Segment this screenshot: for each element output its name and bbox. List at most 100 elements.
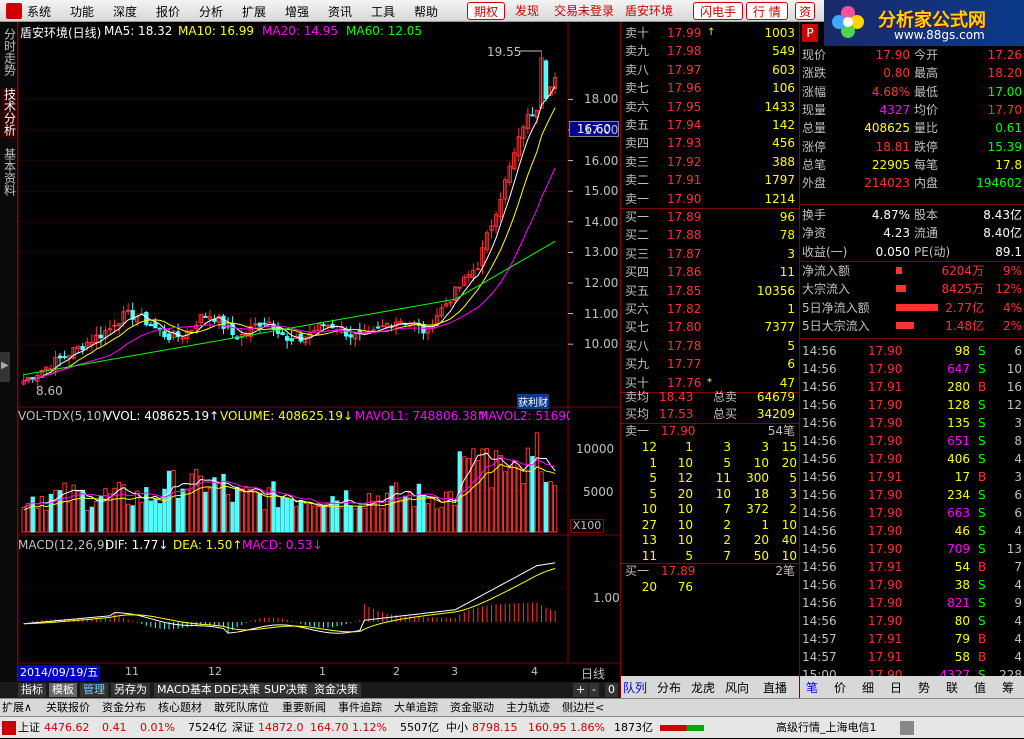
bid-row[interactable]: 买七 17.80 7377 [621, 318, 799, 336]
tick-count: 10 [1006, 362, 1022, 376]
tab-daily[interactable]: 日 [890, 679, 902, 696]
tab-sup[interactable]: SUP决策 [261, 683, 311, 697]
menu-tools[interactable]: 工具 [371, 3, 395, 20]
tab-trend[interactable]: 势 [918, 679, 930, 696]
tab-minute-chart[interactable]: 分时走势 [1, 28, 17, 79]
tab-distribution[interactable]: 分布 [657, 679, 681, 696]
tab-queue[interactable]: 队列 [623, 679, 647, 696]
profit-badge[interactable]: 获利财 [517, 394, 549, 409]
ask-volume: 1003 [764, 26, 795, 40]
collapse-handle[interactable]: ▶ [0, 352, 10, 382]
func-button-3[interactable]: 核心题材 [158, 700, 202, 716]
flash-button[interactable]: 闪电手 [693, 2, 744, 20]
bid-volume: 6 [787, 357, 795, 372]
func-button-8[interactable]: 资金驱动 [450, 700, 494, 716]
bid-row[interactable]: 买八 17.78 5 [621, 337, 799, 355]
tab-value[interactable]: 值 [974, 679, 986, 696]
tab-save-as[interactable]: 另存为 [111, 683, 150, 697]
volume-bar [480, 448, 485, 533]
tab-dde[interactable]: DDE决策 [211, 683, 263, 697]
menu-extend[interactable]: 扩展 [242, 3, 266, 20]
ask-row[interactable]: 卖六 17.95 1433 [621, 98, 799, 116]
bid-row[interactable]: 买一 17.89 96 [621, 208, 799, 226]
quote-button[interactable]: 行 情 [746, 2, 788, 20]
ask-row[interactable]: 卖三 17.92 388 [621, 153, 799, 171]
func-button-2[interactable]: 资金分布 [102, 700, 146, 716]
sh-index-value[interactable]: 4476.62 [44, 717, 90, 739]
ask-row[interactable]: 卖九 17.98 549 [621, 42, 799, 60]
func-button-4[interactable]: 敢死队席位 [214, 700, 269, 716]
mavol1-label: MAVOL1: 748806.38↑ [355, 409, 488, 423]
ask-row[interactable]: 卖八 17.97 603 [621, 61, 799, 79]
kline-chart-area[interactable]: 盾安环境(日线) MA5: 18.32 MA10: 16.99 MA20: 14… [17, 22, 620, 682]
func-button-9[interactable]: 主力轨迹 [506, 700, 550, 716]
tab-detail[interactable]: 细 [862, 679, 874, 696]
tab-dragon-tiger[interactable]: 龙虎 [691, 679, 715, 696]
menu-depth[interactable]: 深度 [113, 3, 137, 20]
tab-fund-decision[interactable]: 资金决策 [311, 683, 361, 697]
zoom-reset-button[interactable]: 0 [605, 683, 618, 697]
tab-manage[interactable]: 管理 [80, 683, 108, 697]
trade-login-button[interactable]: 交易未登录 [554, 2, 614, 20]
tab-indicator[interactable]: 指标 [18, 683, 46, 697]
sell-avg-value: 18.43 [659, 390, 694, 404]
kline-chart-svg[interactable] [17, 22, 620, 682]
tab-chips[interactable]: 筹 [1002, 679, 1014, 696]
period-label[interactable]: 日线 [581, 665, 605, 682]
tab-price[interactable]: 价 [834, 679, 846, 696]
ask-row[interactable]: 卖七 17.96 106 [621, 79, 799, 97]
tab-fundamentals[interactable]: 基本资料 [1, 148, 17, 199]
tab-linked[interactable]: 联 [946, 679, 958, 696]
candle-body [325, 324, 331, 327]
func-button-0[interactable]: 扩展∧ [2, 700, 32, 716]
menu-system[interactable]: 系统 [27, 3, 51, 20]
tab-technical-analysis[interactable]: 技术分析 [1, 88, 17, 139]
futures-button[interactable]: 期权 [467, 2, 506, 20]
volume-bar [48, 493, 54, 533]
bid-row[interactable]: 买六 17.82 1 [621, 300, 799, 318]
mavol2-label: MAVOL2: 516908 [478, 409, 570, 423]
find-button[interactable]: 发现 [515, 2, 539, 20]
tab-trades[interactable]: 笔 [806, 679, 818, 696]
tick-side: S [978, 488, 986, 502]
func-button-6[interactable]: 事件追踪 [338, 700, 382, 716]
ask-row[interactable]: 卖四 17.93 456 [621, 134, 799, 152]
volume-bar [21, 506, 26, 533]
menu-help[interactable]: 帮助 [414, 3, 438, 20]
zoom-in-button[interactable]: + [573, 683, 589, 697]
bid-row[interactable]: 买二 17.88 78 [621, 226, 799, 244]
zx-index-value[interactable]: 8798.15 [472, 717, 518, 739]
bid-row[interactable]: 买四 17.86 11 [621, 263, 799, 281]
ask-row[interactable]: 卖五 17.94 142 [621, 116, 799, 134]
func-button-1[interactable]: 关联报价 [46, 700, 90, 716]
ask-row[interactable]: 卖十 17.99 ↑ 1003 [621, 24, 799, 42]
tab-wind[interactable]: 风向 [725, 679, 749, 696]
stock-name-button[interactable]: 盾安环境 [625, 2, 673, 20]
menu-function[interactable]: 功能 [70, 3, 94, 20]
queue-cell: 10 [677, 502, 693, 516]
menu-analysis[interactable]: 分析 [199, 3, 223, 20]
queue-cell: 10 [781, 517, 797, 532]
server-name[interactable]: 高级行情_上海电信1 [776, 717, 877, 739]
ask-row[interactable]: 卖二 17.91 1797 [621, 171, 799, 189]
menu-enhance[interactable]: 增强 [285, 3, 309, 20]
bid-row[interactable]: 买五 17.85 10356 [621, 282, 799, 300]
tab-live[interactable]: 直播 [763, 679, 787, 696]
func-button-7[interactable]: 大单追踪 [394, 700, 438, 716]
info-button[interactable]: 资 [795, 2, 816, 20]
tab-template[interactable]: 模板 [49, 683, 77, 697]
ask-price: 17.93 [667, 136, 702, 151]
func-button-10[interactable]: 侧边栏< [562, 700, 604, 716]
sz-index-value[interactable]: 14872.0 [258, 717, 304, 739]
bid-row[interactable]: 买三 17.87 3 [621, 245, 799, 263]
sell-avg-label: 卖均 [625, 390, 650, 404]
zoom-out-button[interactable]: - [589, 683, 599, 697]
ask-row[interactable]: 卖一 17.90 1214 [621, 190, 799, 208]
price-ytick: 12.00 [584, 275, 619, 290]
func-button-5[interactable]: 重要新闻 [282, 700, 326, 716]
bid-row[interactable]: 买九 17.77 6 [621, 355, 799, 373]
menu-news[interactable]: 资讯 [328, 3, 352, 20]
tab-macd-basic[interactable]: MACD基本 [154, 683, 215, 697]
menu-quote[interactable]: 报价 [156, 3, 180, 20]
app-icon[interactable] [6, 3, 22, 19]
